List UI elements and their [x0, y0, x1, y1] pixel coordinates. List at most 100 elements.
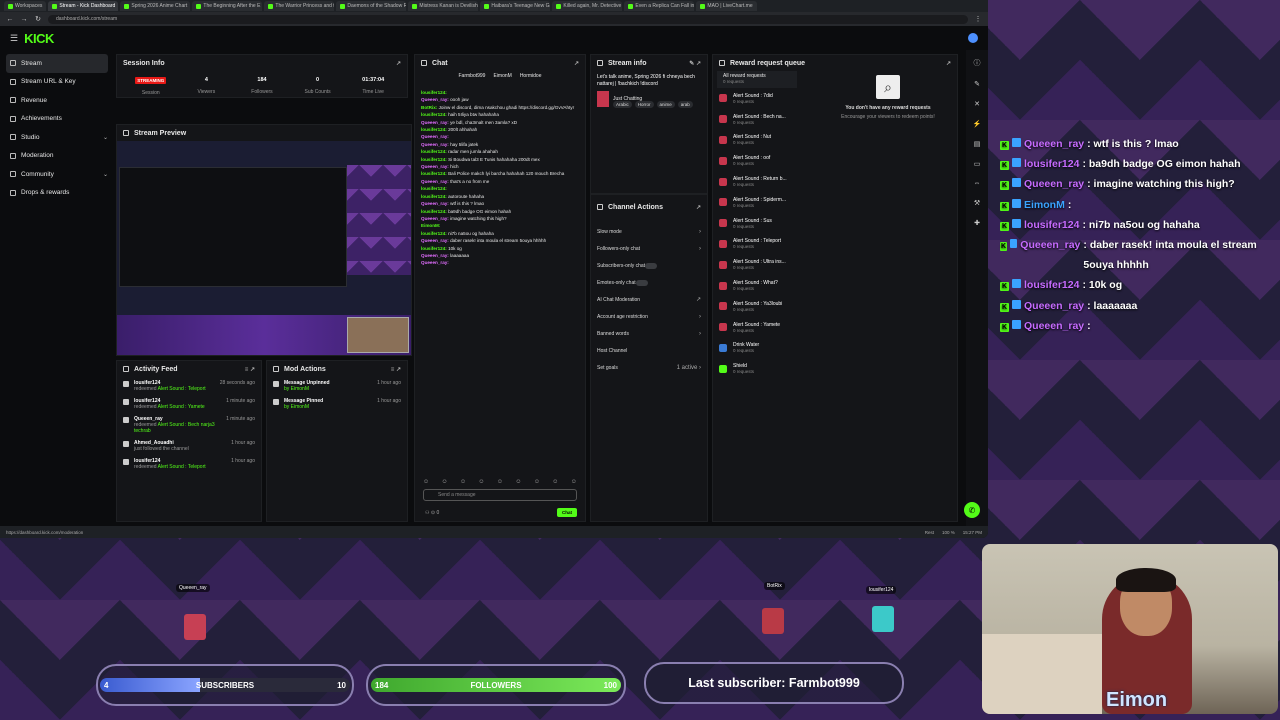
browser-tab[interactable]: Workspaces: [4, 1, 47, 11]
chevron-right-icon[interactable]: ›: [699, 229, 701, 235]
bolt-icon[interactable]: ⚡: [973, 120, 982, 128]
browser-tab[interactable]: The Beginning After the E: [192, 1, 263, 11]
help-fab-button[interactable]: ✆: [964, 502, 980, 518]
browser-tab[interactable]: Killed again, Mr. Detective: [552, 1, 623, 11]
kick-logo[interactable]: KICK: [24, 31, 54, 46]
chevron-down-icon[interactable]: ⌄: [103, 134, 108, 141]
chat-username[interactable]: Queeen_ray:: [421, 216, 449, 221]
stream-tag[interactable]: anime: [656, 101, 675, 108]
sidebar-item-revenue[interactable]: Revenue: [6, 91, 108, 110]
chat-username[interactable]: lousifer124:: [421, 246, 447, 251]
browser-tab[interactable]: Haibara's Teenage New Ga: [480, 1, 551, 11]
sidebar-item-community[interactable]: Community ⌄: [6, 165, 108, 184]
emote-icon[interactable]: ☺: [534, 479, 540, 485]
sidebar-item-stream[interactable]: Stream: [6, 54, 108, 73]
chat-username[interactable]: lousifer124:: [421, 171, 447, 176]
toggle-switch[interactable]: [645, 262, 658, 269]
popout-icon[interactable]: ↗: [946, 60, 951, 67]
channel-action-ai-chat-moderation[interactable]: AI Chat Moderation ↗: [591, 291, 707, 308]
chevron-right-icon[interactable]: ›: [699, 314, 701, 320]
channel-action-set-goals[interactable]: Set goals 1 active ›: [591, 359, 707, 376]
browser-tab[interactable]: The Warrior Princess and t: [264, 1, 335, 11]
browser-tab[interactable]: Spring 2026 Anime Chart: [120, 1, 191, 11]
filter-icon[interactable]: ≡ ↗: [245, 366, 255, 373]
reward-item[interactable]: Alert Sound : Nut 0 requests: [713, 130, 957, 151]
emote-icon[interactable]: ☺: [478, 479, 484, 485]
reward-item[interactable]: Alert Sound : Return b... 0 requests: [713, 171, 957, 192]
chat-username[interactable]: lousifer124:: [421, 149, 447, 154]
channel-action-followers-only-chat[interactable]: Followers-only chat ›: [591, 240, 707, 257]
pen-icon[interactable]: ✎: [974, 80, 980, 88]
chat-username[interactable]: lousifer124:: [421, 231, 447, 236]
stream-tag[interactable]: Arabic: [613, 101, 632, 108]
browser-tab[interactable]: Daemons of the Shadow R: [336, 1, 407, 11]
emote-icon[interactable]: ☺: [497, 479, 503, 485]
reward-item[interactable]: Alert Sound : Teleport 0 requests: [713, 234, 957, 255]
chat-username[interactable]: Queeen_ray:: [421, 164, 449, 169]
reward-item[interactable]: Alert Sound : Spiderm... 0 requests: [713, 192, 957, 213]
reward-item[interactable]: Drink Water 0 requests: [713, 338, 957, 359]
chat-username[interactable]: Queeen_ray:: [421, 260, 449, 265]
browser-tab[interactable]: MAO | LiveChart.me: [696, 1, 757, 11]
popout-icon[interactable]: ↗: [696, 204, 701, 211]
menu-icon[interactable]: ☰: [10, 33, 18, 44]
sidebar-item-stream-url-key[interactable]: Stream URL & Key: [6, 73, 108, 92]
reward-item[interactable]: Shield 0 requests: [713, 358, 957, 379]
sidebar-item-moderation[interactable]: Moderation: [6, 147, 108, 166]
emote-icon[interactable]: ☺: [515, 479, 521, 485]
chat-username[interactable]: EimonM:: [421, 223, 440, 228]
chat-username[interactable]: lousifer124:: [421, 112, 447, 117]
channel-action-slow-mode[interactable]: Slow mode ›: [591, 223, 707, 240]
stream-preview-video[interactable]: [117, 141, 411, 355]
top-supporter[interactable]: Hormidoe: [520, 73, 542, 79]
browser-tab[interactable]: Stream - Kick Dashboard: [48, 1, 119, 11]
sidebar-item-studio[interactable]: Studio ⌄: [6, 128, 108, 147]
chevron-right-icon[interactable]: 1 active ›: [677, 365, 701, 371]
popout-icon[interactable]: ↗: [396, 60, 401, 67]
browser-tab[interactable]: Mistress Kanan is Devilish: [408, 1, 479, 11]
chat-username[interactable]: lousifer124:: [421, 157, 447, 162]
emote-icon[interactable]: ☺: [441, 479, 447, 485]
reload-icon[interactable]: ↻: [34, 15, 42, 23]
reward-item[interactable]: Alert Sound : oof 0 requests: [713, 150, 957, 171]
chat-username[interactable]: Queeen_ray:: [421, 120, 449, 125]
channel-action-host-channel[interactable]: Host Channel: [591, 342, 707, 359]
reward-item[interactable]: Alert Sound : Ultra ins... 0 requests: [713, 254, 957, 275]
emote-icon[interactable]: ☺: [460, 479, 466, 485]
channel-action-account-age-restriction[interactable]: Account age restriction ›: [591, 308, 707, 325]
profile-avatar[interactable]: [968, 33, 978, 43]
reward-item[interactable]: Alert Sound : Yamete 0 requests: [713, 317, 957, 338]
arrows-icon[interactable]: ⇔: [974, 180, 981, 187]
send-chat-button[interactable]: Chat: [557, 508, 577, 517]
chat-username[interactable]: lousifer124:: [421, 186, 447, 191]
edit-icon[interactable]: ✎ ↗: [689, 60, 701, 67]
zoom-level[interactable]: 100 %: [942, 530, 955, 535]
chat-username[interactable]: Queeen_ray:: [421, 253, 449, 258]
top-supporter[interactable]: EimonM: [493, 73, 511, 79]
stream-tag[interactable]: arab: [677, 101, 693, 108]
top-supporter[interactable]: Farmbot999: [459, 73, 486, 79]
stream-tag[interactable]: Horror: [634, 101, 654, 108]
channel-action-subscribers-only-chat[interactable]: Subscribers-only chat: [591, 257, 707, 274]
info-icon[interactable]: ⓘ: [974, 58, 981, 68]
chevron-right-icon[interactable]: ↗: [696, 296, 701, 303]
emote-icon[interactable]: ☺: [571, 479, 577, 485]
emote-icon[interactable]: ☺: [552, 479, 558, 485]
doc-icon[interactable]: ▤: [974, 140, 981, 148]
popout-icon[interactable]: ↗: [574, 60, 579, 67]
chat-input[interactable]: Send a message: [423, 489, 577, 501]
forward-icon[interactable]: →: [20, 16, 28, 23]
chat-username[interactable]: lousifer124:: [421, 90, 447, 95]
toggle-switch[interactable]: [635, 279, 648, 286]
chat-username[interactable]: BotRix:: [421, 105, 437, 110]
reward-item[interactable]: Alert Sound : Ya3loubi 0 requests: [713, 296, 957, 317]
channel-action-banned-words[interactable]: Banned words ›: [591, 325, 707, 342]
chat-bubble-icon[interactable]: ▭: [974, 160, 981, 168]
chevron-right-icon[interactable]: ›: [699, 331, 701, 337]
reward-item[interactable]: Alert Sound : What? 0 requests: [713, 275, 957, 296]
back-icon[interactable]: ←: [6, 16, 14, 23]
sidebar-item-drops-rewards[interactable]: Drops & rewards: [6, 184, 108, 203]
chevron-down-icon[interactable]: ⌄: [103, 171, 108, 178]
chat-username[interactable]: lousifer124:: [421, 194, 447, 199]
chat-username[interactable]: Queeen_ray:: [421, 142, 449, 147]
